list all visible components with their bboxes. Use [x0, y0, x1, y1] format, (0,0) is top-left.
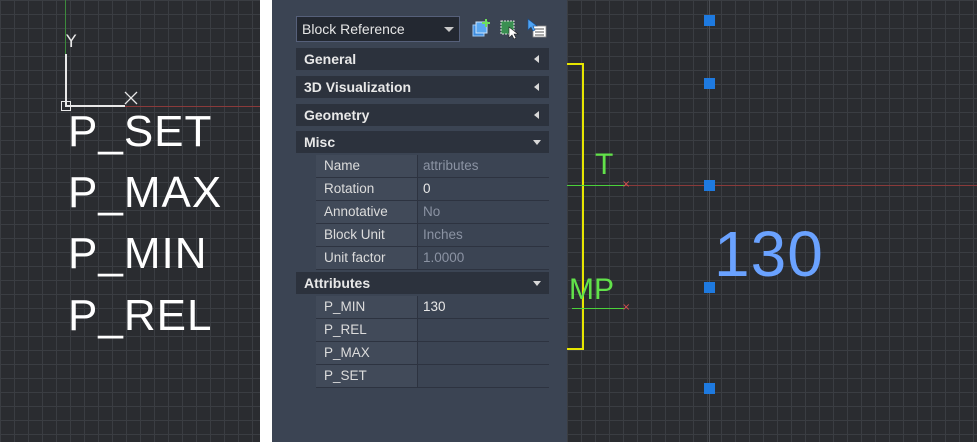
mp-leader-line	[572, 308, 624, 309]
chevron-left-icon	[534, 111, 539, 119]
section-geometry[interactable]: Geometry	[296, 104, 549, 127]
grip-point[interactable]	[704, 383, 715, 394]
section-3d-visualization-label: 3D Visualization	[304, 79, 412, 95]
attribute-tag-p-min[interactable]: P_MIN	[68, 232, 207, 276]
attribute-display-value[interactable]: 130	[714, 222, 824, 286]
property-row-unit-factor[interactable]: Unit factor 1.0000	[316, 247, 549, 270]
right-drawing-canvas[interactable]: T × MP × 130	[567, 0, 977, 442]
property-row-block-unit[interactable]: Block Unit Inches	[316, 224, 549, 247]
label-mp[interactable]: MP	[569, 275, 614, 305]
ucs-x-marker-icon	[124, 91, 138, 105]
attribute-row-p-set[interactable]: P_SET	[316, 365, 549, 388]
attribute-row-p-rel[interactable]: P_REL	[316, 319, 549, 342]
section-general-label: General	[304, 51, 357, 67]
property-label: Block Unit	[316, 224, 418, 246]
ucs-y-axis-arm	[65, 54, 67, 106]
chevron-down-icon	[444, 27, 454, 32]
x-axis-line	[625, 185, 977, 186]
object-type-value: Block Reference	[302, 21, 405, 37]
attribute-value-input[interactable]	[418, 342, 549, 364]
property-label: Unit factor	[316, 247, 418, 269]
property-value: Inches	[418, 224, 549, 246]
attribute-tag-p-max[interactable]: P_MAX	[68, 171, 222, 215]
grip-point[interactable]	[704, 15, 715, 26]
attribute-value-input[interactable]	[418, 365, 549, 387]
section-geometry-label: Geometry	[304, 107, 370, 123]
bracket-bottom	[567, 348, 583, 350]
image-separator	[260, 0, 272, 442]
property-label: Rotation	[316, 178, 418, 200]
section-attributes[interactable]: Attributes	[296, 272, 549, 295]
property-row-annotative[interactable]: Annotative No	[316, 201, 549, 224]
attribute-value-input[interactable]: 130	[418, 296, 549, 318]
property-value: attributes	[418, 155, 549, 177]
attribute-label: P_MAX	[316, 342, 418, 364]
property-row-name[interactable]: Name attributes	[316, 155, 549, 178]
section-misc-label: Misc	[304, 134, 336, 150]
chevron-down-icon	[533, 140, 541, 145]
property-label: Annotative	[316, 201, 418, 223]
attribute-value-input[interactable]	[418, 319, 549, 341]
object-type-select[interactable]: Block Reference	[296, 16, 460, 42]
chevron-left-icon	[534, 55, 539, 63]
section-general[interactable]: General	[296, 48, 549, 71]
add-selected-icon[interactable]	[470, 18, 492, 40]
property-row-rotation[interactable]: Rotation 0	[316, 178, 549, 201]
grip-point[interactable]	[704, 180, 715, 191]
bracket-top	[567, 63, 583, 65]
attribute-label: P_REL	[316, 319, 418, 341]
select-objects-icon[interactable]	[526, 18, 548, 40]
t-leader-line	[567, 185, 625, 186]
attribute-label: P_SET	[316, 365, 418, 387]
section-attributes-label: Attributes	[304, 275, 371, 291]
section-3d-visualization[interactable]: 3D Visualization	[296, 76, 549, 99]
ucs-y-label: Y	[66, 32, 77, 52]
quick-select-icon[interactable]	[498, 18, 520, 40]
attribute-row-p-max[interactable]: P_MAX	[316, 342, 549, 365]
attribute-tag-p-rel[interactable]: P_REL	[68, 294, 212, 338]
bracket-spine	[582, 63, 584, 350]
property-value: No	[418, 201, 549, 223]
property-value[interactable]: 0	[418, 178, 549, 200]
property-value: 1.0000	[418, 247, 549, 269]
label-t[interactable]: T	[595, 150, 613, 180]
properties-palette: Block Reference General 3D Visualization…	[272, 0, 567, 442]
attribute-row-p-min[interactable]: P_MIN 130	[316, 296, 549, 319]
grip-point[interactable]	[704, 78, 715, 89]
left-drawing-canvas[interactable]: Y P_SET P_MAX P_MIN P_REL	[0, 0, 260, 442]
section-misc[interactable]: Misc	[296, 131, 549, 154]
insert-point-icon: ×	[622, 179, 631, 190]
grip-alignment-line	[709, 0, 710, 442]
chevron-left-icon	[534, 83, 539, 91]
attribute-tag-p-set[interactable]: P_SET	[68, 110, 212, 154]
property-label: Name	[316, 155, 418, 177]
insert-point-icon: ×	[622, 302, 631, 313]
attributes-gutter	[296, 295, 316, 387]
chevron-down-icon	[533, 281, 541, 286]
misc-gutter	[296, 154, 316, 269]
attribute-label: P_MIN	[316, 296, 418, 318]
